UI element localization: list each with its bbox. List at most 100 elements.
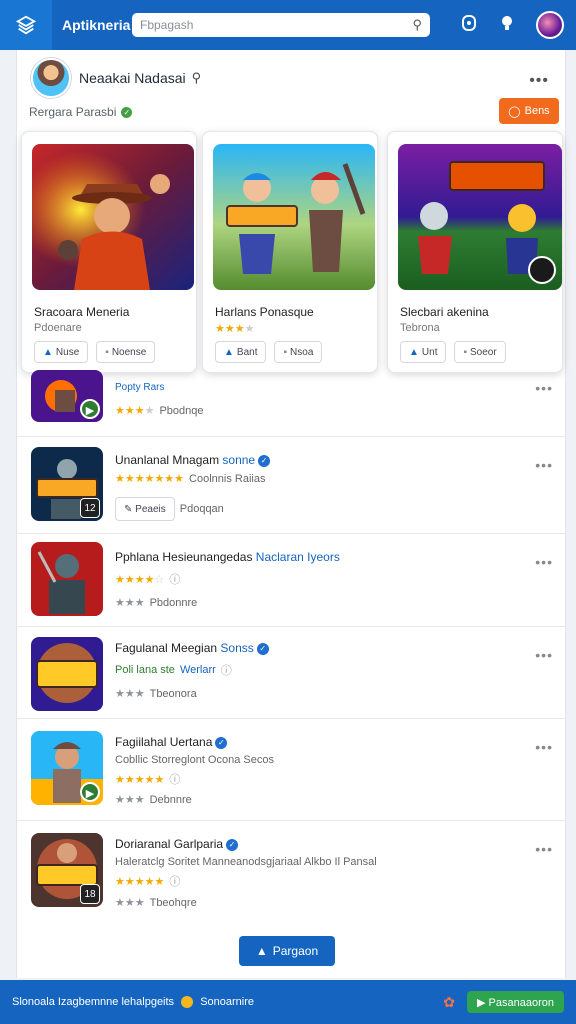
- share-button[interactable]: ▪ Nsoa: [274, 341, 323, 363]
- featured-card[interactable]: Sracoara Meneria Pdoenare ▲ Nuse ▪ Noense: [21, 131, 197, 373]
- game-thumbnail[interactable]: [213, 144, 375, 290]
- verified-icon: ✓: [215, 736, 228, 749]
- card-title: Slecbari akenina: [400, 305, 489, 319]
- list-item[interactable]: 18 Doriaranal Garlparia ✓ Haleratclg Sori…: [17, 820, 565, 924]
- info-icon: ⓘ: [220, 665, 232, 677]
- share-icon: ▪: [283, 346, 288, 358]
- rating-stars-gray: ★★★: [115, 794, 145, 806]
- card-rating: ★★★★: [215, 323, 255, 335]
- row-meta: Haleratclg Soritet Manneanodsgjariaal Al…: [115, 856, 377, 868]
- profile-header: Neaakai Nadasai ⚲: [31, 58, 201, 98]
- card-subtitle: Pdoenare: [34, 322, 82, 334]
- profile-avatar[interactable]: [31, 58, 71, 98]
- app-title: Aptikneria: [62, 17, 131, 33]
- more-icon[interactable]: •••: [535, 841, 553, 857]
- rating-stars-gray: ★★★: [115, 597, 145, 609]
- search-icon[interactable]: ⚲: [412, 17, 422, 33]
- search-box[interactable]: ⚲: [132, 13, 430, 37]
- rating-stars: ★★★★★: [115, 773, 165, 786]
- more-icon[interactable]: •••: [535, 380, 553, 396]
- share-button[interactable]: ▪ Soeor: [454, 341, 506, 363]
- featured-card[interactable]: Harlans Ponasque ★★★★ ▲ Bant ▪ Nsoa: [202, 131, 378, 373]
- more-icon[interactable]: •••: [535, 554, 553, 570]
- load-more-button[interactable]: ▲ Pargaon: [239, 936, 335, 966]
- review-button[interactable]: ✎ Peaeis: [115, 497, 175, 521]
- profile-sub-label: Rergara Parasbi ✓: [29, 105, 133, 119]
- footer-bar: Slonoala Izagbemnne lehalpgeits Sonoarni…: [0, 980, 576, 1024]
- main-panel: Neaakai Nadasai ⚲ ••• Rergara Parasbi ✓ …: [16, 50, 566, 978]
- row-meta: ★★★★ Pbodnqe: [115, 404, 204, 418]
- more-icon[interactable]: •••: [535, 647, 553, 663]
- game-icon[interactable]: 18: [31, 833, 103, 907]
- thumbs-up-icon: ▲: [255, 944, 268, 958]
- thumbs-up-icon: ▲: [224, 346, 234, 358]
- profile-search-icon[interactable]: ⚲: [192, 70, 202, 86]
- comment-icon: ✎: [124, 503, 136, 515]
- game-icon[interactable]: 12: [31, 447, 103, 521]
- row-secondary-action[interactable]: Pdoqqan: [180, 503, 224, 515]
- more-icon[interactable]: •••: [529, 72, 549, 90]
- thumbs-up-icon: ▲: [409, 346, 419, 358]
- like-button[interactable]: ▲ Nuse: [34, 341, 89, 363]
- card-subtitle: Tebrona: [400, 322, 440, 334]
- more-icon[interactable]: •••: [535, 739, 553, 755]
- game-icon[interactable]: ▶: [31, 731, 103, 805]
- game-icon[interactable]: [31, 637, 103, 711]
- share-button[interactable]: ▪ Noense: [96, 341, 156, 363]
- list-item[interactable]: ▶ Fagiilahal Uertana ✓ Cobllic Storreglon…: [17, 718, 565, 820]
- row-meta: Cobllic Storreglont Ocona Secos: [115, 754, 274, 766]
- gift-icon[interactable]: ✿: [443, 994, 455, 1011]
- row-rating: ★★★★★ ⓘ: [115, 873, 180, 889]
- thumbs-up-icon: ▲: [43, 346, 53, 358]
- rating-stars-gray: ★★★: [115, 897, 145, 909]
- footer-action-button[interactable]: ▶ Pasanaaoron: [467, 991, 564, 1013]
- row-actions: ✎ Peaeis Pdoqqan: [115, 497, 224, 521]
- game-thumbnail[interactable]: [398, 144, 562, 290]
- row-meta: ★★★ Tbeohqre: [115, 896, 197, 910]
- profile-sub-text: Rergara Parasbi: [29, 105, 117, 119]
- game-icon[interactable]: [31, 542, 103, 616]
- info-icon: ⓘ: [169, 774, 181, 786]
- age-rating-icon: 18: [80, 884, 100, 904]
- follow-button[interactable]: ◯ Bens: [499, 98, 559, 124]
- verified-icon: ✓: [226, 838, 239, 851]
- follow-label: Bens: [524, 105, 550, 117]
- game-icon[interactable]: ▶: [31, 370, 103, 422]
- row-rating: ★★★★★ ⓘ: [115, 771, 180, 787]
- game-thumbnail[interactable]: [32, 144, 194, 290]
- user-avatar[interactable]: [536, 11, 564, 39]
- like-button[interactable]: ▲ Unt: [400, 341, 447, 363]
- row-meta: ★★★ Pbdonnre: [115, 596, 198, 610]
- rating-stars: ★★★★★★★: [115, 473, 185, 485]
- row-meta: Poli lana ste Werlarr ⓘ: [115, 664, 232, 677]
- row-title: Doriaranal Garlparia ✓: [115, 837, 239, 851]
- profile-name[interactable]: Neaakai Nadasai: [79, 70, 186, 86]
- list-item[interactable]: ▶ Popty Rars ★★★★ Pbodnqe •••: [17, 370, 565, 436]
- play-badge-icon: ▶: [80, 399, 100, 419]
- coin-icon: [181, 996, 194, 1009]
- play-badge-icon: ▶: [80, 782, 100, 802]
- card-title: Sracoara Meneria: [34, 305, 130, 319]
- rating-stars: ★★★★☆: [115, 573, 165, 586]
- row-title: Unanlanal Mnagam sonne ✓: [115, 453, 271, 467]
- row-meta: ★★★ Debnnre: [115, 793, 192, 807]
- bulb-icon[interactable]: [498, 14, 516, 37]
- layers-icon: [15, 15, 37, 35]
- list-item[interactable]: 12 Unanlanal Mnagam sonne ✓ ★★★★★★★ Cooln…: [17, 436, 565, 533]
- row-meta: ★★★ Tbeonora: [115, 687, 197, 701]
- row-title: Fagulanal Meegian Sonss ✓: [115, 641, 269, 655]
- search-input[interactable]: [140, 18, 413, 32]
- row-title: Pphlana Hesieunangedas Naclaran Iyeors: [115, 550, 340, 564]
- more-icon[interactable]: •••: [535, 457, 553, 473]
- row-rating: ★★★★☆ ⓘ: [115, 571, 180, 587]
- featured-card[interactable]: Slecbari akenina Tebrona ▲ Unt ▪ Soeor: [387, 131, 563, 373]
- like-button[interactable]: ▲ Bant: [215, 341, 267, 363]
- app-logo[interactable]: [0, 0, 52, 50]
- share-icon: ▪: [463, 346, 468, 358]
- row-meta: ★★★★★★★ Coolnnis Raiias: [115, 472, 266, 486]
- card-title: Harlans Ponasque: [215, 305, 314, 319]
- list-item[interactable]: Pphlana Hesieunangedas Naclaran Iyeors ★…: [17, 533, 565, 626]
- list-item[interactable]: Fagulanal Meegian Sonss ✓ Poli lana ste W…: [17, 626, 565, 718]
- notification-icon[interactable]: [460, 14, 478, 37]
- rating-stars: ★★★★★: [115, 875, 165, 888]
